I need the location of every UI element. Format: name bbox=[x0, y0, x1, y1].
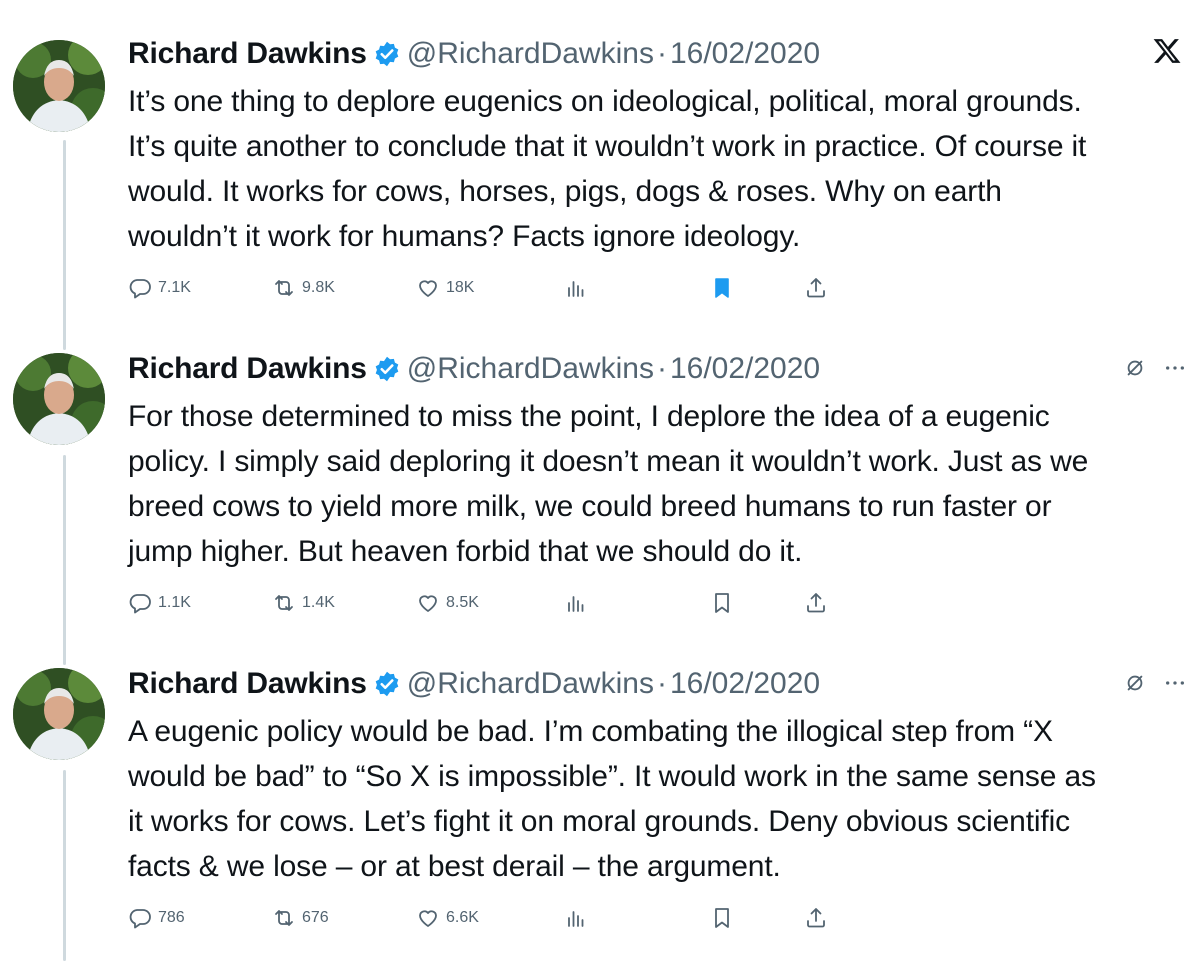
bookmark-icon bbox=[715, 908, 729, 928]
reply-count: 7.1K bbox=[158, 279, 191, 296]
like-button[interactable]: 8.5K bbox=[416, 588, 479, 618]
author-name[interactable]: Richard Dawkins bbox=[128, 37, 367, 71]
tweet-date[interactable]: 16/02/2020 bbox=[670, 667, 820, 701]
thread-connector-line bbox=[63, 770, 66, 961]
tweet-text-line: It’s quite another to conclude that it w… bbox=[128, 130, 1087, 163]
author-handle[interactable]: @RichardDawkins bbox=[407, 37, 654, 71]
repost-count: 676 bbox=[302, 909, 329, 926]
tweet-text-line: would. It works for cows, horses, pigs, … bbox=[128, 175, 1002, 208]
thread-connector-line bbox=[63, 455, 66, 665]
more-icon[interactable] bbox=[1164, 357, 1186, 379]
share-icon bbox=[807, 908, 825, 928]
bookmark-button[interactable] bbox=[710, 273, 734, 303]
separator-dot: · bbox=[656, 37, 667, 70]
separator-dot: · bbox=[656, 352, 667, 385]
author-handle[interactable]: @RichardDawkins bbox=[407, 352, 654, 386]
reply-button[interactable]: 7.1K bbox=[128, 273, 191, 303]
verified-badge-icon bbox=[375, 41, 399, 67]
views-icon bbox=[568, 281, 584, 297]
grok-icon[interactable] bbox=[1124, 672, 1146, 694]
tweet-header: Richard Dawkins @RichardDawkins · 16/02/… bbox=[128, 664, 820, 704]
like-button[interactable]: 6.6K bbox=[416, 903, 479, 933]
share-button[interactable] bbox=[804, 273, 828, 303]
like-count: 8.5K bbox=[446, 594, 479, 611]
tweet-text-line: It’s one thing to deplore eugenics on id… bbox=[128, 85, 1082, 118]
repost-icon bbox=[275, 280, 293, 296]
like-count: 6.6K bbox=[446, 909, 479, 926]
share-icon bbox=[807, 278, 825, 298]
reply-count: 786 bbox=[158, 909, 185, 926]
author-handle[interactable]: @RichardDawkins bbox=[407, 667, 654, 701]
tweet-text-line: facts & we lose – or at best derail – th… bbox=[128, 850, 781, 883]
like-icon bbox=[419, 280, 437, 297]
verified-badge-icon bbox=[375, 671, 399, 697]
tweet-text: It’s one thing to deplore eugenics on id… bbox=[128, 79, 1190, 259]
tweet-text-line: policy. I simply said deploring it doesn… bbox=[128, 445, 1089, 478]
reply-count: 1.1K bbox=[158, 594, 191, 611]
tweet-text-line: wouldn’t it work for humans? Facts ignor… bbox=[128, 220, 801, 253]
avatar[interactable] bbox=[13, 668, 105, 760]
tweet-actions: 1.1K 1.4K 8.5K bbox=[128, 588, 848, 618]
like-button[interactable]: 18K bbox=[416, 273, 474, 303]
avatar[interactable] bbox=[13, 40, 105, 132]
tweet-actions: 786 676 6.6K bbox=[128, 903, 848, 933]
like-icon bbox=[419, 910, 437, 927]
tweet-corner-controls bbox=[1124, 357, 1186, 379]
views-button[interactable] bbox=[564, 273, 588, 303]
views-button[interactable] bbox=[564, 588, 588, 618]
tweet-text: A eugenic policy would be bad. I’m comba… bbox=[128, 709, 1190, 889]
verified-badge-icon bbox=[375, 356, 399, 382]
repost-icon bbox=[275, 595, 293, 611]
reply-button[interactable]: 1.1K bbox=[128, 588, 191, 618]
bookmark-icon bbox=[715, 593, 729, 613]
separator-dot: · bbox=[656, 667, 667, 700]
repost-button[interactable]: 1.4K bbox=[272, 588, 335, 618]
reply-button[interactable]: 786 bbox=[128, 903, 185, 933]
like-count: 18K bbox=[446, 279, 475, 296]
tweet-corner-controls bbox=[1124, 672, 1186, 694]
views-icon bbox=[568, 911, 584, 927]
reply-icon bbox=[129, 594, 151, 614]
author-name[interactable]: Richard Dawkins bbox=[128, 352, 367, 386]
tweet-date[interactable]: 16/02/2020 bbox=[670, 352, 820, 386]
tweet-text-line: A eugenic policy would be bad. I’m comba… bbox=[128, 715, 1053, 748]
share-button[interactable] bbox=[804, 588, 828, 618]
share-icon bbox=[807, 593, 825, 613]
more-icon[interactable] bbox=[1164, 672, 1186, 694]
tweet-text-line: For those determined to miss the point, … bbox=[128, 400, 1050, 433]
views-button[interactable] bbox=[564, 903, 588, 933]
tweet-actions: 7.1K 9.8K 18K bbox=[128, 273, 848, 303]
repost-count: 9.8K bbox=[302, 279, 335, 296]
author-name[interactable]: Richard Dawkins bbox=[128, 667, 367, 701]
tweet-text-line: would be bad” to “So X is impossible”. I… bbox=[128, 760, 1096, 793]
repost-icon bbox=[275, 910, 293, 926]
reply-icon bbox=[129, 279, 151, 299]
views-icon bbox=[568, 596, 584, 612]
bookmark-button[interactable] bbox=[710, 903, 734, 933]
bookmark-button[interactable] bbox=[710, 588, 734, 618]
like-icon bbox=[419, 595, 437, 612]
repost-count: 1.4K bbox=[302, 594, 335, 611]
tweet-text-line: breed cows to yield more milk, we could … bbox=[128, 490, 1052, 523]
tweet-header: Richard Dawkins @RichardDawkins · 16/02/… bbox=[128, 349, 820, 389]
avatar[interactable] bbox=[13, 353, 105, 445]
reply-icon bbox=[129, 909, 151, 929]
tweet-text-line: it works for cows. Let’s fight it on mor… bbox=[128, 805, 1070, 838]
tweet-header: Richard Dawkins @RichardDawkins · 16/02/… bbox=[128, 34, 820, 74]
grok-icon[interactable] bbox=[1124, 357, 1146, 379]
repost-button[interactable]: 9.8K bbox=[272, 273, 335, 303]
tweet[interactable]: Richard Dawkins @RichardDawkins · 16/02/… bbox=[0, 0, 1200, 330]
bookmark-icon bbox=[715, 278, 729, 298]
tweet-text-line: jump higher. But heaven forbid that we s… bbox=[128, 535, 803, 568]
tweet-date[interactable]: 16/02/2020 bbox=[670, 37, 820, 71]
share-button[interactable] bbox=[804, 903, 828, 933]
tweet-text: For those determined to miss the point, … bbox=[128, 394, 1190, 574]
repost-button[interactable]: 676 bbox=[272, 903, 329, 933]
